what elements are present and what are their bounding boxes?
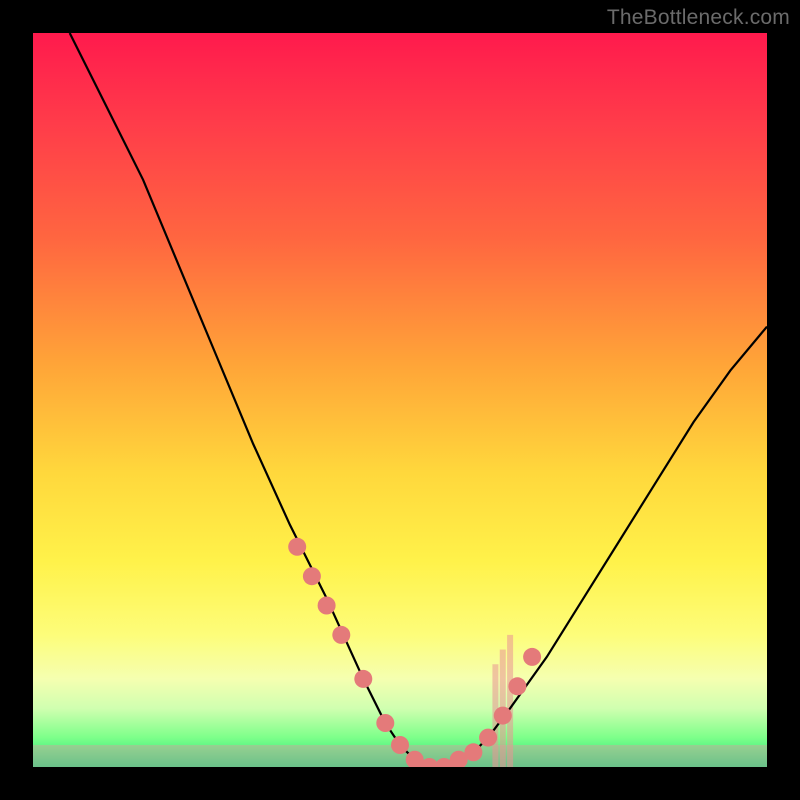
watermark-text: TheBottleneck.com [607, 6, 790, 30]
plot-area [33, 33, 767, 767]
highlight-dot [332, 626, 350, 644]
curve-svg [33, 33, 767, 767]
highlight-dot [508, 677, 526, 695]
highlight-dot [391, 736, 409, 754]
bottleneck-curve [70, 33, 767, 767]
highlight-dot [479, 729, 497, 747]
highlight-dot [288, 538, 306, 556]
highlight-dot [464, 743, 482, 761]
highlight-dot [376, 714, 394, 732]
chart-frame: TheBottleneck.com [0, 0, 800, 800]
highlight-dot [303, 567, 321, 585]
tall-marker [507, 635, 513, 767]
highlight-dot [523, 648, 541, 666]
highlight-dot [494, 707, 512, 725]
highlight-dot [318, 597, 336, 615]
highlight-dot [354, 670, 372, 688]
